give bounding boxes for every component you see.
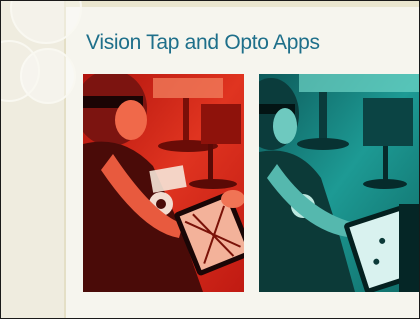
- slide: Vision Tap and Opto Apps: [0, 0, 420, 319]
- photo-teal-tinted-child-tablet: [259, 74, 420, 292]
- photo-red-tinted-child-tablet: [83, 74, 244, 292]
- slide-title: Vision Tap and Opto Apps: [86, 31, 320, 54]
